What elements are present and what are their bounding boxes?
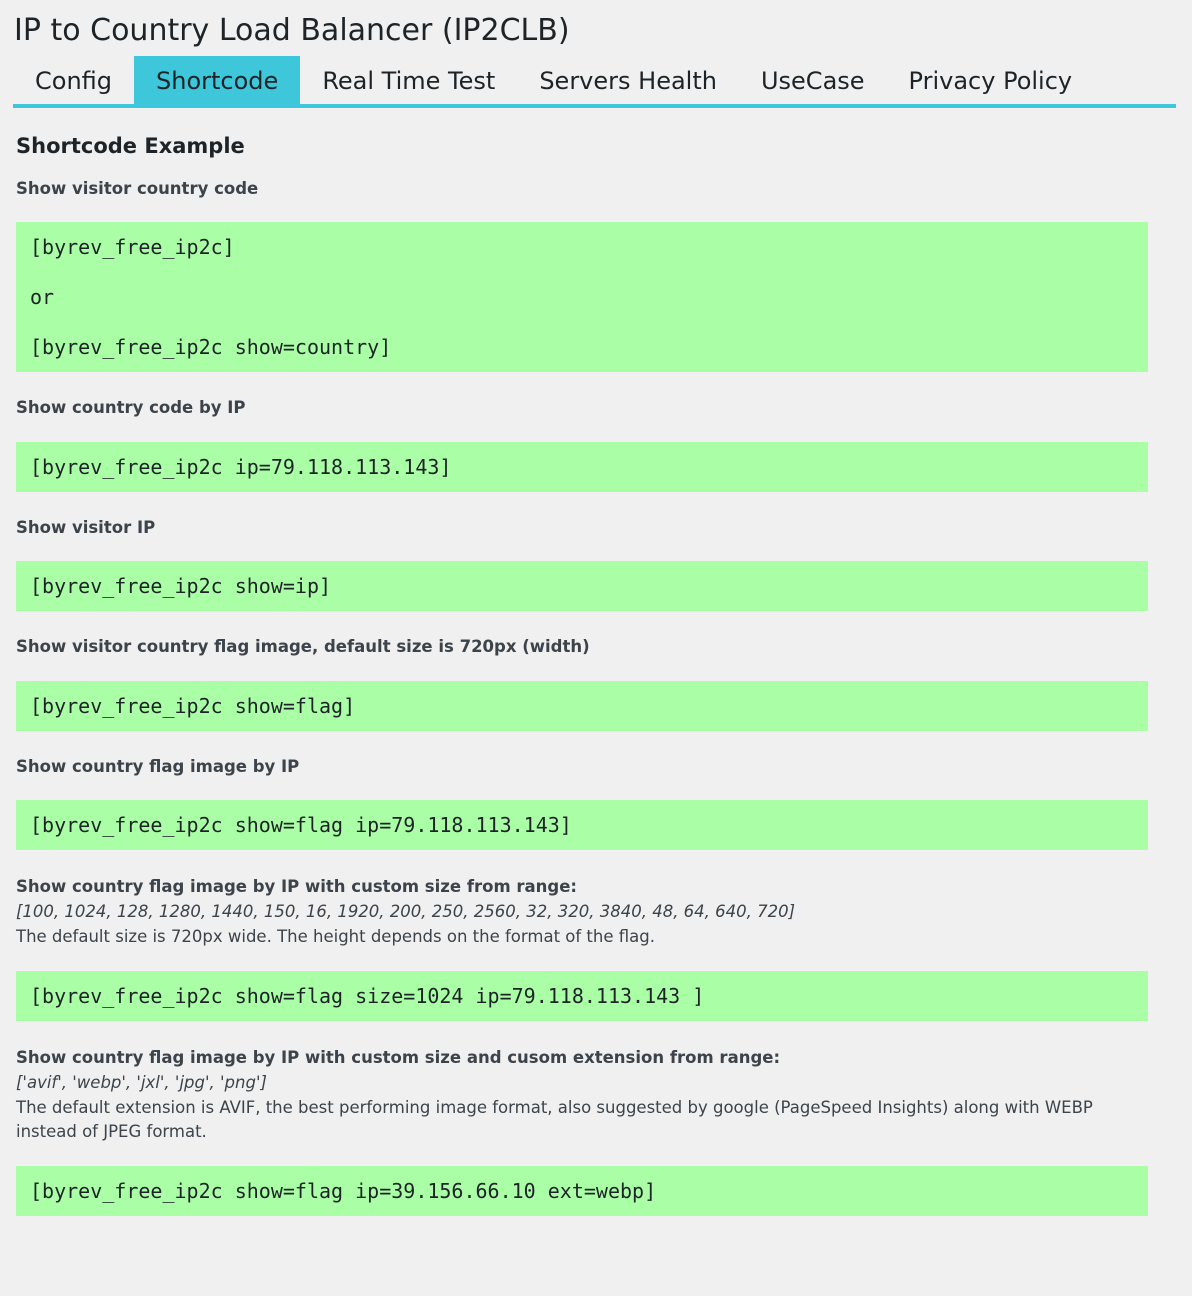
code-block[interactable]: [byrev_free_ip2c ip=79.118.113.143] (16, 442, 1148, 492)
page-title: IP to Country Load Balancer (IP2CLB) (14, 13, 570, 48)
code-block[interactable]: [byrev_free_ip2c show=ip] (16, 561, 1148, 611)
code-line: [byrev_free_ip2c show=flag ip=79.118.113… (30, 813, 572, 837)
example-label: Show country flag image by IP with custo… (16, 1048, 781, 1067)
admin-page: IP to Country Load Balancer (IP2CLB) Con… (0, 0, 1192, 1296)
tab-servers-health[interactable]: Servers Health (517, 56, 739, 104)
code-line: [byrev_free_ip2c show=flag size=1024 ip=… (30, 984, 705, 1008)
shortcode-content: Shortcode Example Show visitor country c… (16, 124, 1148, 1216)
code-block[interactable]: [byrev_free_ip2c show=flag ip=39.156.66.… (16, 1166, 1148, 1216)
code-line: [byrev_free_ip2c] (30, 235, 235, 259)
example-note: The default size is 720px wide. The heig… (16, 927, 655, 946)
section-title: Shortcode Example (16, 134, 245, 158)
example-label: Show visitor country flag image, default… (16, 637, 590, 656)
code-line: [byrev_free_ip2c show=flag ip=39.156.66.… (30, 1179, 657, 1203)
tab-usecase[interactable]: UseCase (739, 56, 887, 104)
code-line: [byrev_free_ip2c ip=79.118.113.143] (30, 455, 452, 479)
tab-config[interactable]: Config (13, 56, 134, 104)
example-label: Show country flag image by IP (16, 757, 300, 776)
code-line: [byrev_free_ip2c show=flag] (30, 694, 356, 718)
example-label: Show country code by IP (16, 398, 246, 417)
example-label: Show country flag image by IP with custo… (16, 877, 578, 896)
tab-real-time-test[interactable]: Real Time Test (300, 56, 517, 104)
example-note: The default extension is AVIF, the best … (16, 1098, 1093, 1141)
extension-range: ['avif', 'webp', 'jxl', 'jpg', 'png'] (16, 1073, 267, 1092)
tab-bar: Config Shortcode Real Time Test Servers … (13, 56, 1176, 108)
tab-shortcode[interactable]: Shortcode (134, 56, 301, 104)
code-line: [byrev_free_ip2c show=country] (30, 335, 392, 359)
example-label: Show visitor country code (16, 179, 259, 198)
code-block[interactable]: [byrev_free_ip2c show=flag ip=79.118.113… (16, 800, 1148, 850)
code-line: or (30, 285, 55, 309)
code-block[interactable]: [byrev_free_ip2c show=flag] (16, 681, 1148, 731)
code-block[interactable]: [byrev_free_ip2c] or [byrev_free_ip2c sh… (16, 222, 1148, 372)
tab-privacy-policy[interactable]: Privacy Policy (887, 56, 1095, 104)
code-line: [byrev_free_ip2c show=ip] (30, 574, 332, 598)
code-block[interactable]: [byrev_free_ip2c show=flag size=1024 ip=… (16, 971, 1148, 1021)
size-range: [100, 1024, 128, 1280, 1440, 150, 16, 19… (16, 902, 796, 921)
example-label: Show visitor IP (16, 518, 156, 537)
